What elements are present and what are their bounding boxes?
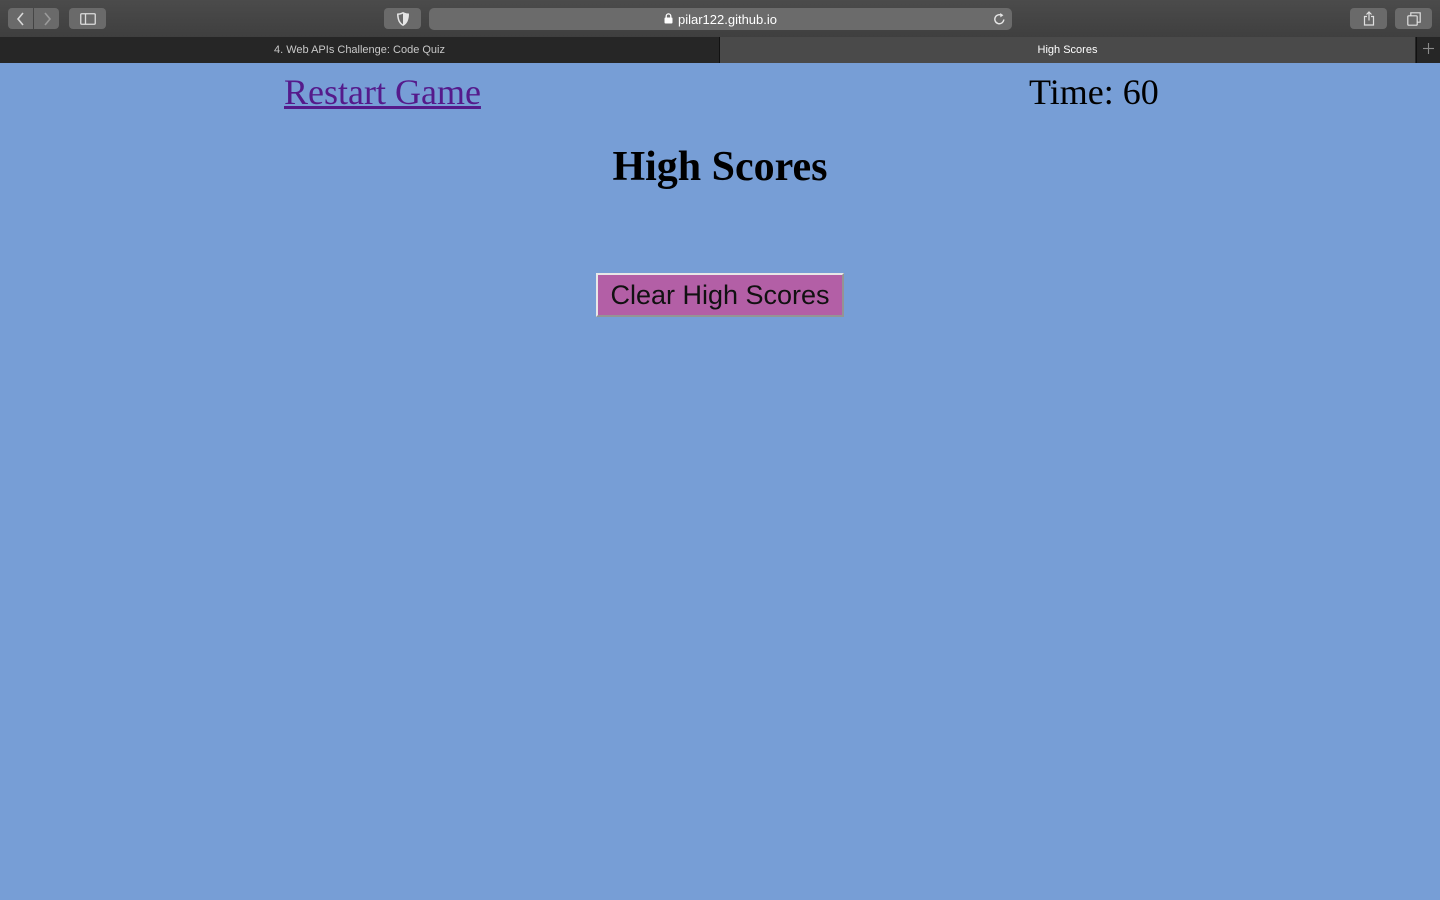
page-title: High Scores (612, 144, 828, 190)
forward-button[interactable] (34, 8, 59, 29)
privacy-report-button[interactable] (384, 8, 421, 29)
timer-display: Time: 60 (1029, 72, 1159, 112)
tab-high-scores[interactable]: High Scores (720, 37, 1415, 63)
address-bar[interactable]: pilar122.github.io (429, 8, 1012, 30)
share-button[interactable] (1350, 8, 1387, 29)
sidebar-button[interactable] (69, 8, 106, 29)
page-content: Restart Game Time: 60 High Scores Clear … (0, 63, 1440, 900)
sidebar-icon (79, 12, 96, 25)
tab-label: 4. Web APIs Challenge: Code Quiz (273, 44, 445, 56)
address-url: pilar122.github.io (677, 11, 778, 27)
back-button[interactable] (8, 8, 33, 29)
shield-icon (396, 11, 410, 27)
restart-game-link[interactable]: Restart Game (284, 71, 481, 113)
browser-toolbar: pilar122.github.io (0, 0, 1440, 37)
reload-icon[interactable] (993, 12, 1006, 31)
tab-overview-icon (1406, 11, 1421, 26)
chevron-left-icon (16, 11, 26, 26)
new-tab-button[interactable] (1416, 37, 1440, 63)
tab-code-quiz[interactable]: 4. Web APIs Challenge: Code Quiz (0, 37, 719, 63)
tab-label: High Scores (1037, 44, 1098, 56)
clear-high-scores-button[interactable]: Clear High Scores (596, 273, 844, 317)
tab-overview-button[interactable] (1395, 8, 1432, 29)
address-display: pilar122.github.io (429, 8, 1012, 30)
tab-bar: 4. Web APIs Challenge: Code Quiz High Sc… (0, 37, 1440, 64)
plus-icon (1423, 41, 1434, 59)
chevron-right-icon (42, 11, 52, 26)
lock-icon (664, 12, 673, 27)
share-icon (1363, 11, 1375, 26)
